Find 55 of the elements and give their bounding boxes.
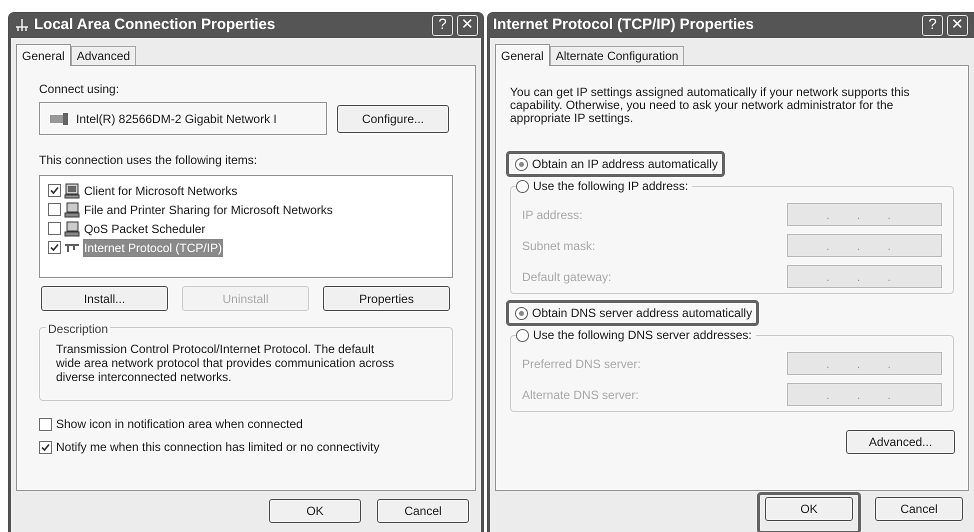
check-icon [41, 442, 50, 452]
install-button[interactable]: Install... [41, 286, 168, 311]
computer-icon [64, 182, 80, 198]
radio-button[interactable] [516, 180, 529, 192]
properties-button[interactable]: Properties [323, 286, 450, 311]
tab[interactable]: Alternate Configuration [550, 46, 684, 65]
tab[interactable]: General [16, 44, 71, 66]
cancel-button[interactable]: Cancel [875, 497, 963, 521]
network-card-icon [50, 112, 68, 124]
tab[interactable]: General [495, 44, 550, 66]
network-connection-icon [14, 18, 30, 32]
checkbox[interactable] [48, 222, 61, 235]
check-icon [50, 186, 59, 195]
label: This connection uses the following items: [39, 152, 258, 169]
checkbox[interactable] [48, 203, 61, 216]
radio-button[interactable] [515, 306, 528, 320]
radio-label[interactable]: Obtain DNS server address automatically [532, 304, 752, 322]
label: Connect using: [39, 81, 120, 98]
checkbox-label[interactable]: Notify me when this connection has limited or no connectivity [56, 438, 380, 456]
close-button[interactable]: ✕ [457, 14, 478, 36]
ok-button[interactable]: OK [765, 497, 853, 521]
computer-icon [64, 220, 80, 236]
check-icon [50, 243, 59, 252]
radio-label[interactable]: Obtain an IP address automatically [532, 155, 718, 173]
checkbox[interactable] [48, 184, 61, 197]
checkbox-label[interactable]: Show icon in notification area when connected [56, 415, 303, 433]
field-label: Subnet mask: [522, 238, 596, 254]
checkbox[interactable] [48, 241, 61, 254]
ok-button[interactable]: OK [269, 499, 361, 523]
description-text: Transmission Control Protocol/Internet Protocol. The default wide area network protocol that provides communication across diverse interconnected networks. [56, 342, 396, 384]
configure-button[interactable]: Configure... [337, 104, 449, 132]
field-label: Preferred DNS server: [522, 356, 641, 372]
field-label: Default gateway: [522, 268, 612, 286]
intro-text: You can get IP settings assigned automatically if your network supports this capability. Otherwise, you need to ask your network administrator for the appropriate IP settings. [509, 86, 911, 125]
field-label: Alternate DNS server: [522, 386, 639, 404]
advanced-button[interactable]: Advanced... [846, 430, 955, 454]
list-item[interactable]: QoS Packet Scheduler [83, 220, 206, 238]
tab[interactable]: Advanced [70, 46, 136, 65]
checkbox[interactable] [39, 440, 52, 454]
computer-icon [64, 202, 80, 218]
window-title: Internet Protocol (TCP/IP) Properties [493, 14, 755, 35]
help-button[interactable]: ? [922, 14, 943, 36]
radio-label[interactable]: Use the following DNS server addresses: [533, 326, 752, 344]
cancel-button[interactable]: Cancel [377, 499, 469, 523]
adapter-name: Intel(R) 82566DM-2 Gigabit Network I [76, 110, 277, 128]
radio-label[interactable]: Use the following IP address: [533, 177, 688, 195]
radio-button[interactable] [515, 158, 528, 170]
field-label: IP address: [522, 206, 582, 224]
help-button[interactable]: ? [432, 14, 453, 36]
radio-button[interactable] [516, 328, 529, 342]
close-button[interactable]: ✕ [947, 14, 968, 36]
checkbox[interactable] [39, 418, 52, 430]
list-item[interactable]: Client for Microsoft Networks [83, 182, 238, 200]
list-item[interactable]: File and Printer Sharing for Microsoft Networks [83, 200, 334, 218]
window-title: Local Area Connection Properties [34, 14, 276, 35]
